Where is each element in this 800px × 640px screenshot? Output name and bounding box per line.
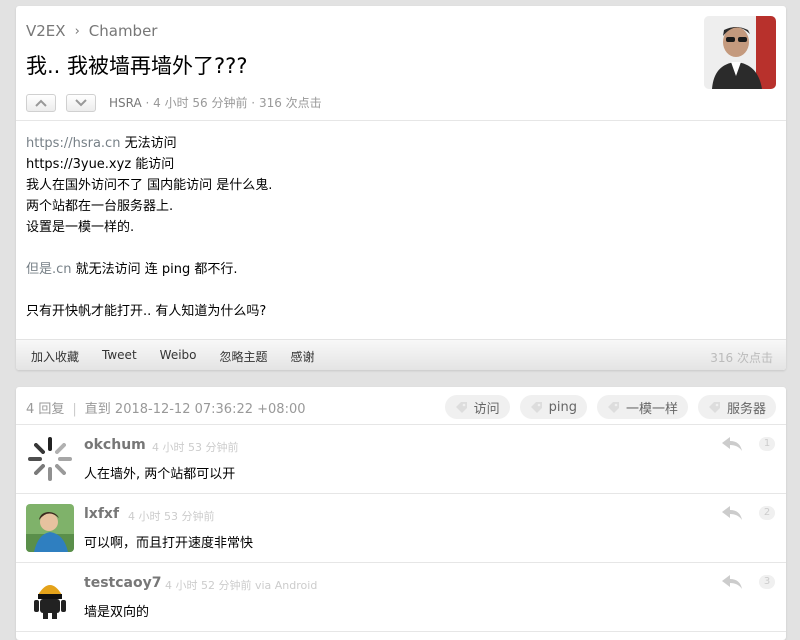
last-reply-time: 直到 2018-12-12 07:36:22 +08:00 — [84, 402, 306, 417]
topic-box: V2EX › Chamber 我.. 我被墙再墙外了??? HSRA · 4 小… — [16, 6, 786, 370]
replies-separator: | — [72, 402, 77, 417]
breadcrumb-separator: › — [74, 23, 80, 39]
reply-avatar[interactable] — [26, 504, 74, 552]
reply-number: 3 — [759, 575, 775, 589]
vote-down-button[interactable] — [66, 94, 96, 112]
content-link-hsra[interactable]: https://hsra.cn — [26, 136, 120, 151]
vote-up-button[interactable] — [26, 94, 56, 112]
tag-label: 服务器 — [726, 401, 766, 417]
author-avatar[interactable] — [704, 16, 776, 89]
tag-link[interactable]: ping — [519, 395, 587, 419]
vote-up-icon — [35, 99, 47, 107]
reply-content: 人在墙外, 两个站都可以开 — [84, 467, 236, 482]
topic-meta: HSRA · 4 小时 56 分钟前 · 316 次点击 — [109, 94, 322, 112]
tag-list: 访问 ping 一模一样 服务器 — [435, 395, 776, 419]
reply-username[interactable]: okchum — [84, 437, 146, 453]
replies-box: 4 回复 | 直到 2018-12-12 07:36:22 +08:00 访问 pi… — [16, 387, 786, 640]
reply-avatar[interactable] — [26, 435, 74, 483]
tag-link[interactable]: 服务器 — [697, 395, 776, 419]
reply-number: 1 — [759, 437, 775, 451]
breadcrumb-node-link[interactable]: Chamber — [89, 22, 158, 40]
reply-item: testcaoy7 4 小时 52 分钟前 via Android 墙是双向的 … — [16, 563, 786, 632]
reply-content: 墙是双向的 — [84, 605, 150, 620]
tag-label: 一模一样 — [625, 401, 678, 417]
reply-avatar[interactable] — [26, 573, 74, 621]
favorite-link[interactable]: 加入收藏 — [31, 348, 79, 365]
reply-arrow-icon[interactable] — [721, 436, 743, 452]
breadcrumb: V2EX › Chamber — [26, 22, 157, 40]
tag-icon — [530, 401, 542, 413]
tag-label: ping — [548, 399, 577, 415]
replies-summary: 4 回复 | 直到 2018-12-12 07:36:22 +08:00 — [26, 398, 306, 417]
header-divider — [16, 120, 786, 121]
topic-content: https://hsra.cn 无法访问 https://3yue.xyz 能访… — [26, 133, 272, 322]
content-text: 就无法访问 连 ping 都不行. — [71, 262, 238, 277]
tag-label: 访问 — [473, 401, 500, 417]
reply-content: 可以啊，而且打开速度非常快 — [84, 536, 254, 551]
topic-footer: 加入收藏 Tweet Weibo 忽略主题 感谢 316 次点击 — [16, 339, 786, 370]
content-link-cn[interactable]: 但是.cn — [26, 262, 72, 277]
content-text: 无法访问 — [120, 136, 177, 151]
weibo-link[interactable]: Weibo — [160, 348, 197, 365]
ignore-topic-link[interactable]: 忽略主题 — [220, 348, 268, 365]
reply-number: 2 — [759, 506, 775, 520]
topic-clicks: 316 次点击 — [258, 96, 322, 110]
footer-click-count: 316 次点击 — [710, 351, 773, 365]
tag-icon — [708, 401, 720, 413]
reply-item: okchum 4 小时 53 分钟前 人在墙外, 两个站都可以开 1 — [16, 425, 786, 494]
reply-item: lxfxf 4 小时 53 分钟前 可以啊，而且打开速度非常快 2 — [16, 494, 786, 563]
tag-icon — [455, 401, 467, 413]
thank-link[interactable]: 感谢 — [291, 348, 315, 365]
content-line: 设置是一模一样的. — [26, 220, 135, 235]
content-line: https://3yue.xyz 能访问 — [26, 157, 175, 172]
content-line: 两个站都在一台服务器上. — [26, 199, 174, 214]
reply-time: 4 小时 53 分钟前 — [128, 510, 215, 523]
tag-link[interactable]: 一模一样 — [596, 395, 688, 419]
vote-down-icon — [75, 99, 87, 107]
tweet-link[interactable]: Tweet — [102, 348, 137, 365]
reply-count: 4 回复 — [26, 402, 65, 417]
tag-link[interactable]: 访问 — [444, 395, 510, 419]
reply-divider — [16, 631, 786, 632]
breadcrumb-site-link[interactable]: V2EX — [26, 22, 66, 40]
topic-title: 我.. 我被墙再墙外了??? — [26, 54, 248, 78]
reply-username[interactable]: lxfxf — [84, 506, 119, 522]
content-line: 我人在国外访问不了 国内能访问 是什么鬼. — [26, 178, 273, 193]
reply-arrow-icon[interactable] — [721, 574, 743, 590]
topic-time: · 4 小时 56 分钟前 · — [141, 96, 259, 110]
reply-time: 4 小时 52 分钟前 via Android — [165, 579, 318, 592]
content-line: 只有开快帆才能打开.. 有人知道为什么吗? — [26, 304, 267, 319]
topic-author-link[interactable]: HSRA — [109, 96, 142, 110]
reply-username[interactable]: testcaoy7 — [84, 575, 161, 591]
reply-time: 4 小时 53 分钟前 — [152, 441, 239, 454]
reply-arrow-icon[interactable] — [721, 505, 743, 521]
tag-icon — [607, 401, 619, 413]
